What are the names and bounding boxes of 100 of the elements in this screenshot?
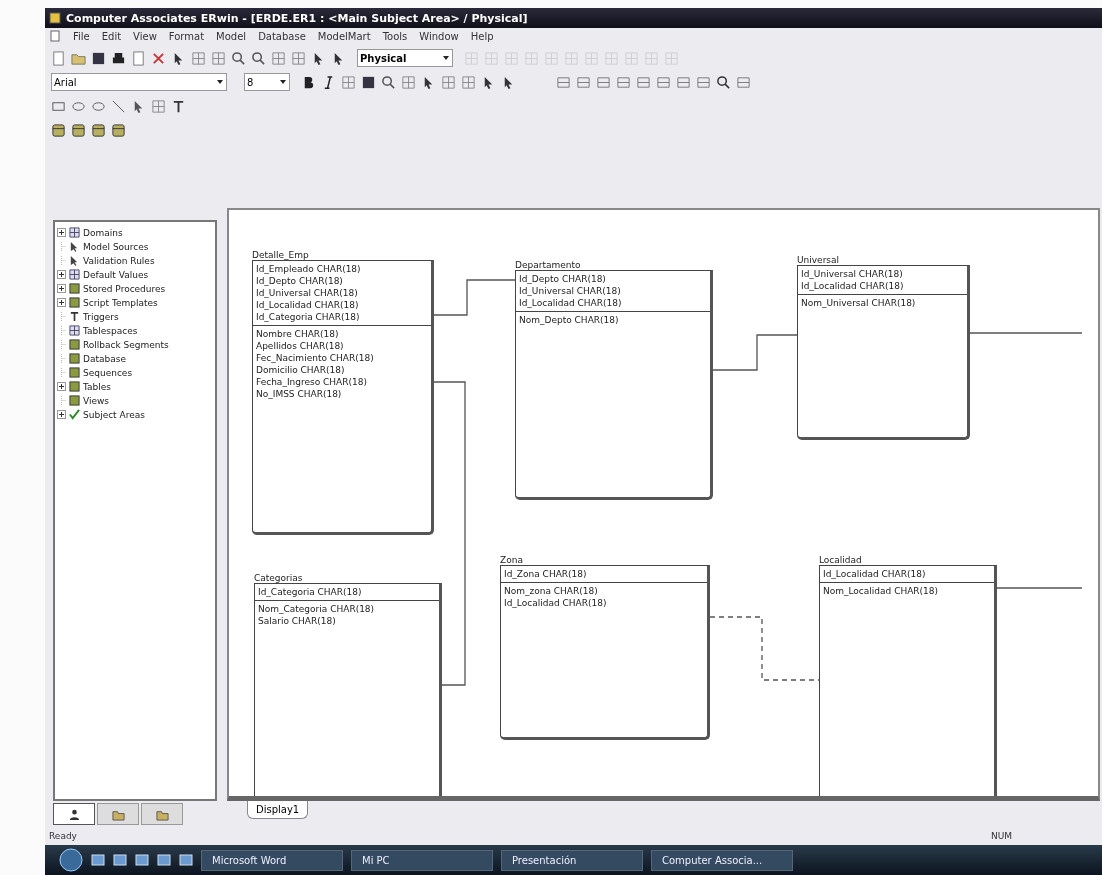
window-icon[interactable] [135, 853, 149, 867]
grid-icon[interactable] [556, 74, 571, 90]
text-icon[interactable] [171, 98, 186, 114]
magnifier-icon[interactable] [716, 74, 731, 90]
grid-icon[interactable] [461, 74, 476, 90]
entity-icon [69, 381, 80, 392]
expand-icon[interactable] [57, 410, 66, 419]
entity-box[interactable]: Id_Zona CHAR(18) Nom_zona CHAR(18) Id_Localidad CHAR(18) [500, 565, 710, 740]
menu-item[interactable]: File [73, 30, 90, 42]
font-dropdown[interactable]: Arial [51, 73, 227, 91]
line-icon[interactable] [111, 98, 126, 114]
tree-item[interactable]: Validation Rules [83, 255, 155, 266]
doc-icon[interactable] [131, 50, 146, 66]
grid-icon[interactable] [576, 74, 591, 90]
menu-item[interactable]: View [133, 30, 157, 42]
entity-box[interactable]: Id_Universal CHAR(18) Id_Localidad CHAR(18) Nom_Universal CHAR(18) [797, 265, 970, 440]
taskbar-button[interactable]: Presentación [501, 849, 643, 871]
grid-icon[interactable] [211, 50, 226, 66]
window-icon[interactable] [179, 853, 193, 867]
menu-item[interactable]: Edit [101, 30, 122, 42]
grid-icon[interactable] [636, 74, 651, 90]
start-button[interactable] [59, 848, 83, 872]
grid-icon[interactable] [271, 50, 286, 66]
tree-item[interactable]: Default Values [83, 269, 149, 280]
grid-icon[interactable] [191, 50, 206, 66]
menu-item[interactable]: Help [470, 30, 494, 42]
grid-icon[interactable] [291, 50, 306, 66]
entity-box[interactable] [252, 260, 434, 535]
taskbar-button[interactable]: Computer Associa... [651, 849, 793, 871]
grid-icon[interactable] [596, 74, 611, 90]
grid-icon[interactable] [676, 74, 691, 90]
magnifier-icon[interactable] [251, 50, 266, 66]
window-icon[interactable] [91, 853, 105, 867]
menu-item[interactable]: ModelMart [317, 30, 371, 42]
taskbar-button[interactable]: Microsoft Word [201, 849, 343, 871]
key-attribute: Id_Categoria CHAR(18) [258, 586, 363, 598]
grid-icon[interactable] [616, 74, 631, 90]
menu-item[interactable]: Model [216, 30, 247, 42]
tree-item[interactable]: Subject Areas [83, 409, 145, 420]
people-icon [67, 807, 81, 821]
grid-icon[interactable] [656, 74, 671, 90]
window-icon[interactable] [113, 853, 127, 867]
magnifier-icon[interactable] [231, 50, 246, 66]
expand-icon[interactable] [57, 270, 66, 279]
doc-icon[interactable] [51, 50, 66, 66]
grid-icon[interactable] [401, 74, 416, 90]
cut-icon[interactable] [151, 50, 166, 66]
menu-item[interactable]: Tools [382, 30, 408, 42]
grid-icon[interactable] [696, 74, 711, 90]
document-icon[interactable] [49, 30, 61, 42]
attribute: Salario CHAR(18) [258, 615, 337, 627]
attribute: Fec_Nacimiento CHAR(18) [256, 352, 375, 364]
expand-icon[interactable] [57, 284, 66, 293]
model-view-dropdown[interactable]: Physical [357, 49, 453, 67]
entity-icon[interactable] [91, 122, 106, 138]
entity-name: Categorias [254, 573, 303, 583]
entity-icon[interactable] [51, 122, 66, 138]
key-attribute: Id_Universal CHAR(18) [256, 287, 359, 299]
app-icon [49, 12, 61, 24]
diagram-tab[interactable]: Display1 [247, 801, 309, 819]
tree-item[interactable]: Model Sources [83, 241, 149, 252]
attribute: Domicilio CHAR(18) [256, 364, 346, 376]
expand-icon[interactable] [57, 228, 66, 237]
tree-item[interactable]: Views [83, 395, 110, 406]
tree-item[interactable]: Sequences [83, 367, 133, 378]
entity-icon [69, 395, 80, 406]
taskbar-button[interactable]: Mi PC [351, 849, 493, 871]
window-title: Computer Associates ERwin - [ERDE.ER1 : <Main Subject Area> / Physical] [66, 11, 528, 25]
attribute: Nom_Universal CHAR(18) [801, 297, 917, 309]
font-size-dropdown[interactable]: 8 [244, 73, 290, 91]
menu-item[interactable]: Format [168, 30, 205, 42]
printer-icon[interactable] [111, 50, 126, 66]
tree-item[interactable]: Stored Procedures [83, 283, 166, 294]
caret-icon [216, 78, 224, 86]
grid-icon[interactable] [341, 74, 356, 90]
tree-item[interactable]: Database [83, 353, 126, 364]
tree-item[interactable]: Tables [83, 381, 111, 392]
window-icon[interactable] [157, 853, 171, 867]
entity-icon[interactable] [111, 122, 126, 138]
grid-icon[interactable] [151, 98, 166, 114]
entity-box[interactable]: Id_Depto CHAR(18) Id_Universal CHAR(18) Id_Localidad CHAR(18) Nom_Depto CHAR(18) [515, 270, 713, 500]
expand-icon[interactable] [57, 382, 66, 391]
grid-icon[interactable] [441, 74, 456, 90]
menu-item[interactable]: Database [258, 30, 306, 42]
magnifier-icon[interactable] [381, 74, 396, 90]
entity-icon[interactable] [71, 122, 86, 138]
tree-item[interactable]: Rollback Segments [83, 339, 169, 350]
panel-tab[interactable] [53, 803, 95, 825]
entity-box[interactable]: Id_Categoria CHAR(18) Nom_Categoria CHAR(18) Salario CHAR(18) [254, 583, 442, 796]
menu-item[interactable]: Window [419, 30, 459, 42]
expand-icon[interactable] [57, 298, 66, 307]
tree-item[interactable]: Script Templates [83, 297, 158, 308]
grid-icon[interactable] [736, 74, 751, 90]
tree-item[interactable]: Triggers [83, 311, 119, 322]
tree-item[interactable]: Domains [83, 227, 123, 238]
attribute: Id_Localidad CHAR(18) [504, 597, 608, 609]
text-icon [69, 311, 80, 322]
tree-item[interactable]: Tablespaces [83, 325, 138, 336]
key-attribute: Id_Depto CHAR(18) [256, 275, 344, 287]
entity-box[interactable]: Id_Localidad CHAR(18) Nom_Localidad CHAR(18) [819, 565, 997, 796]
